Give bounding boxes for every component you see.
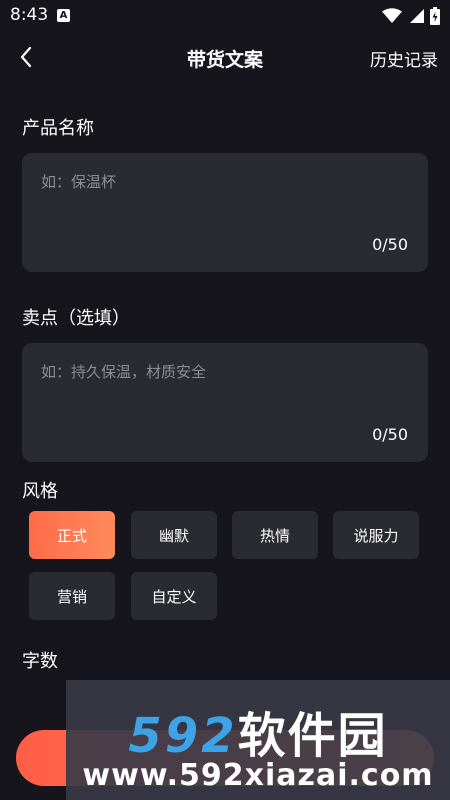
style-chip-enthusiastic[interactable]: 热情 [232, 511, 318, 559]
notification-icon: A [57, 9, 70, 22]
signal-icon [410, 9, 424, 23]
watermark-logo-number: 592 [128, 708, 238, 764]
product-name-label: 产品名称 [22, 118, 94, 139]
watermark-url: www.592xiazai.com [82, 758, 434, 793]
status-bar: 8:43 A [0, 0, 450, 32]
product-name-counter: 0/50 [372, 235, 408, 254]
word-count-label: 字数 [22, 651, 58, 672]
style-chip-formal[interactable]: 正式 [29, 511, 115, 559]
style-chip-marketing[interactable]: 营销 [29, 572, 115, 620]
style-chip-custom[interactable]: 自定义 [131, 572, 217, 620]
selling-points-field[interactable]: 如：持久保温，材质安全 0/50 [22, 343, 428, 462]
style-label: 风格 [22, 481, 58, 502]
watermark-logo: 592软件园 [66, 696, 450, 766]
style-chip-persuasive[interactable]: 说服力 [333, 511, 419, 559]
selling-points-placeholder: 如：持久保温，材质安全 [41, 363, 207, 381]
product-name-placeholder: 如：保温杯 [41, 173, 117, 191]
style-chip-humorous[interactable]: 幽默 [131, 511, 217, 559]
history-button[interactable]: 历史记录 [370, 46, 438, 71]
status-time: 8:43 [10, 5, 49, 25]
selling-points-counter: 0/50 [372, 425, 408, 444]
watermark-logo-text: 软件园 [237, 708, 388, 764]
wifi-icon [382, 8, 402, 23]
nav-bar: 带货文案 历史记录 [0, 35, 450, 79]
selling-points-label: 卖点（选填） [22, 308, 130, 329]
product-name-field[interactable]: 如：保温杯 0/50 [22, 153, 428, 272]
battery-icon [430, 7, 440, 25]
watermark: 592软件园 www.592xiazai.com [66, 680, 450, 800]
status-icons [382, 7, 440, 25]
